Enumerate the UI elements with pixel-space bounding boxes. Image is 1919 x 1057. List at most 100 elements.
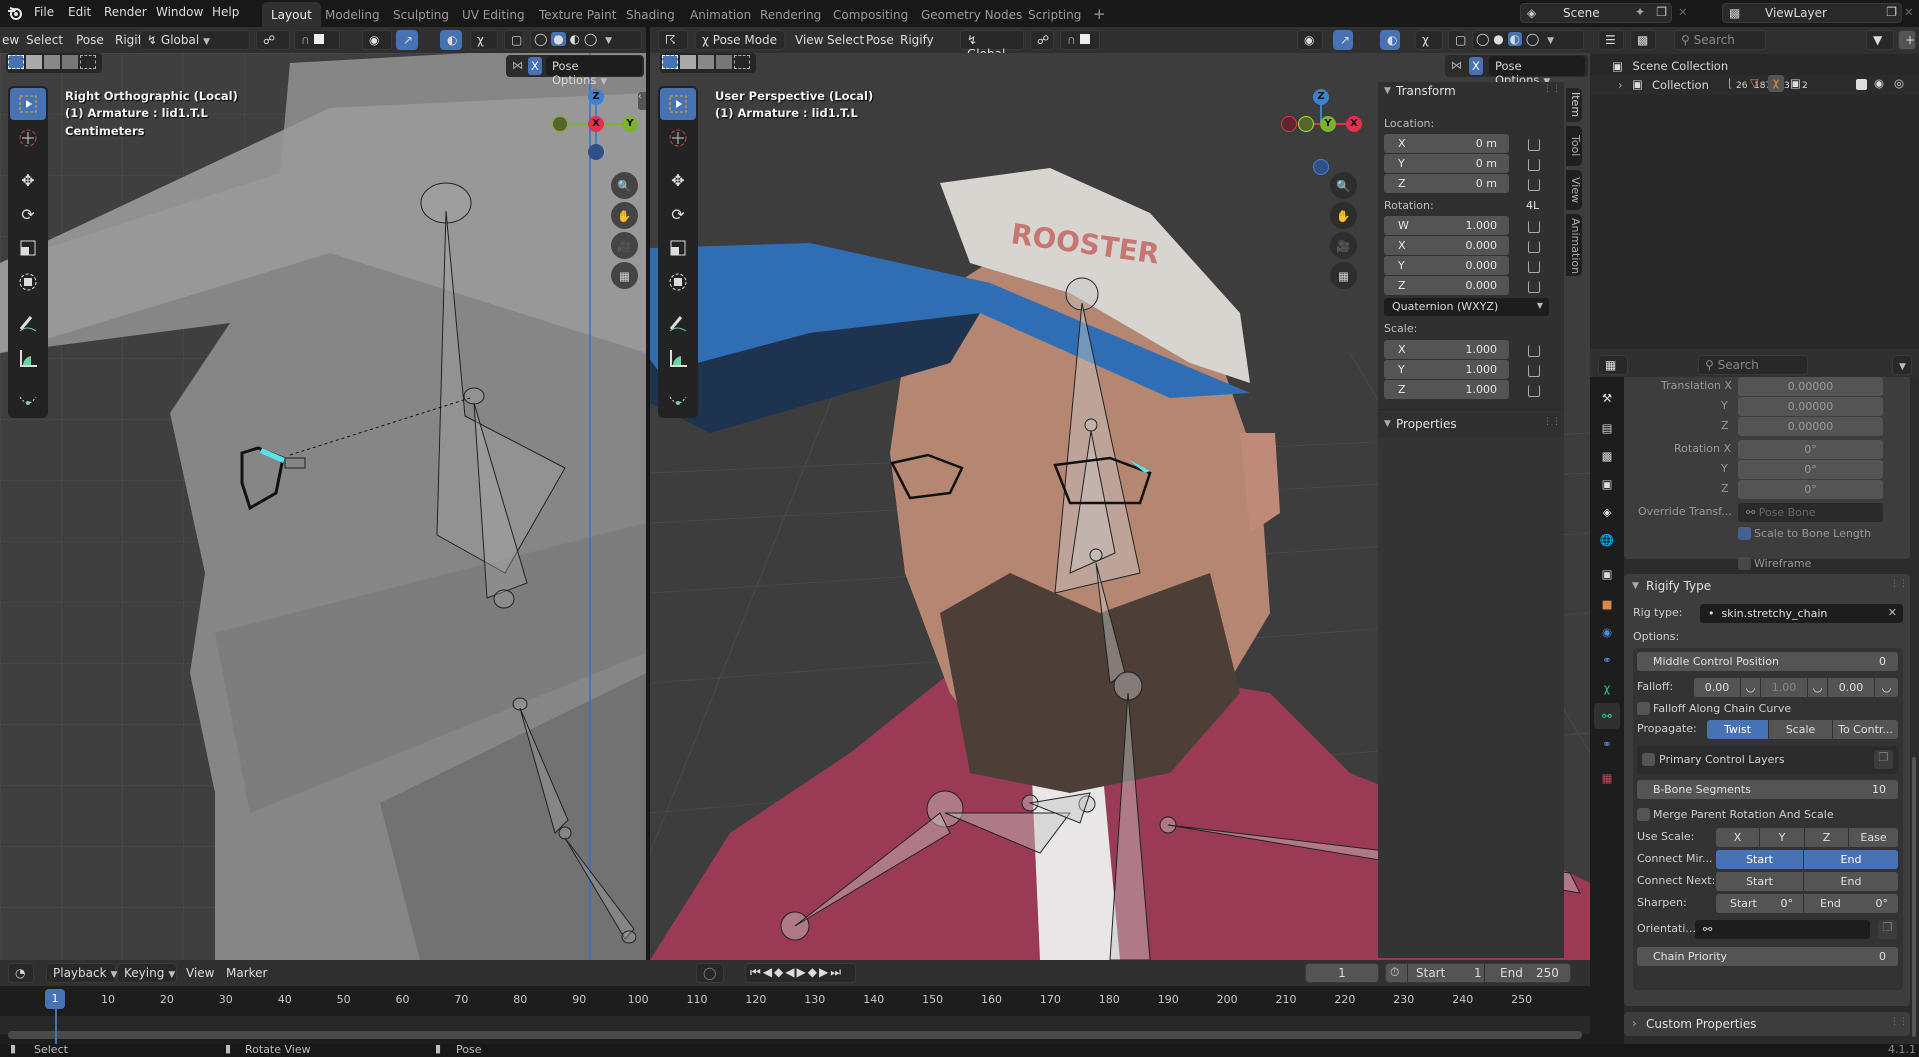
rotation-x-field[interactable]: X 0.000 <box>1384 236 1509 255</box>
menu-rigify[interactable]: Rigify <box>900 33 934 47</box>
menu-help[interactable]: Help <box>212 5 239 19</box>
auto-keying-toggle[interactable]: ◯ <box>696 963 724 983</box>
falloff-along-chain-checkbox[interactable] <box>1637 702 1650 715</box>
merge-parent-checkbox[interactable] <box>1637 808 1650 821</box>
connect-mirror-end-toggle[interactable]: End <box>1804 850 1898 869</box>
outliner-search-input[interactable]: ⚲ Search <box>1674 30 1766 50</box>
material-shading-icon[interactable]: ◐ <box>570 32 580 46</box>
select-box-tool[interactable] <box>660 88 696 120</box>
keying-menu[interactable]: Keying ▼ <box>117 963 177 983</box>
menu-pose[interactable]: Pose <box>76 33 104 47</box>
zoom-view-button[interactable]: 🔍 <box>611 172 638 199</box>
scale-tool[interactable] <box>10 232 46 264</box>
eye-icon[interactable]: ◉ <box>1874 76 1884 90</box>
relax-pose-tool[interactable] <box>10 384 46 416</box>
wireframe-checkbox[interactable] <box>1738 557 1751 570</box>
expand-chevron-icon[interactable]: › <box>1618 78 1623 92</box>
drag-handle-icon[interactable]: ⋮⋮ <box>1890 1017 1908 1027</box>
solid-shading-icon[interactable]: ● <box>1493 32 1503 46</box>
drag-handle-icon[interactable]: ⋮⋮ <box>1890 579 1908 589</box>
cursor-tool[interactable] <box>10 122 46 154</box>
primary-control-layers-checkbox[interactable] <box>1642 753 1655 766</box>
mirror-butterfly-icon[interactable]: ⋈ <box>1451 58 1463 72</box>
new-view-layer-icon[interactable]: ❐ <box>1886 5 1897 19</box>
tab-shading[interactable]: Shading <box>617 2 684 27</box>
frame-ruler[interactable]: 10 20 30 40 50 60 70 80 90 100 110 120 130 140 150 160 1… <box>0 986 1590 1016</box>
tab-collection[interactable]: ▣ <box>1594 561 1620 587</box>
pivot-dropdown[interactable]: ☍ <box>256 30 290 50</box>
menu-file[interactable]: File <box>34 5 54 19</box>
select-invert-icon[interactable] <box>716 55 732 69</box>
start-frame-field[interactable]: 1 <box>1474 966 1482 980</box>
chevron-down-icon[interactable]: ▼ <box>605 36 612 46</box>
properties-panel-title[interactable]: Properties <box>1396 417 1457 431</box>
gizmo-y[interactable]: Y <box>1320 116 1336 132</box>
zoom-view-button[interactable]: 🔍 <box>1330 172 1357 199</box>
menu-select[interactable]: Select <box>26 33 63 47</box>
tab-object[interactable]: ■ <box>1594 591 1620 617</box>
properties-search-input[interactable]: ⚲ Search <box>1698 355 1808 375</box>
blender-logo-icon[interactable] <box>7 5 23 21</box>
transform-panel-title[interactable]: Transform <box>1396 84 1456 98</box>
tab-output[interactable]: ▩ <box>1594 443 1620 469</box>
sidebar-tab-view[interactable]: View <box>1566 170 1582 210</box>
display-mode-dropdown[interactable]: ▩ <box>1630 30 1656 50</box>
tab-modeling[interactable]: Modeling <box>316 2 389 27</box>
annotate-tool[interactable] <box>10 308 46 340</box>
select-box-tool[interactable] <box>10 88 46 120</box>
shading-modes[interactable]: ◯ ● ◐ ◯ ▼ <box>530 30 642 50</box>
gizmo-z[interactable]: Z <box>1313 89 1329 105</box>
move-tool[interactable]: ✥ <box>660 164 696 196</box>
end-frame-field[interactable]: 250 <box>1536 966 1559 980</box>
tab-rendering[interactable]: Rendering <box>751 2 830 27</box>
pan-view-button[interactable]: ✋ <box>611 202 638 229</box>
transform-tool[interactable] <box>10 266 46 298</box>
mirror-butterfly-icon[interactable]: ⋈ <box>512 58 524 72</box>
playhead[interactable]: 1 <box>45 989 65 1009</box>
propagate-twist-toggle[interactable]: Twist <box>1707 720 1768 739</box>
rotate-tool[interactable]: ⟳ <box>660 198 696 230</box>
gizmo-toggle[interactable]: ↗ <box>1333 30 1353 50</box>
measure-tool[interactable] <box>10 342 46 374</box>
collapse-sidebar-icon[interactable]: ‹ <box>638 92 646 110</box>
menu-pose[interactable]: Pose <box>866 33 894 47</box>
solid-shading-icon[interactable]: ● <box>551 32 566 46</box>
menu-view[interactable]: View <box>186 966 214 980</box>
copy-icon[interactable]: ❐ <box>1874 750 1893 769</box>
tab-layout[interactable]: Layout <box>262 2 321 27</box>
jump-end-icon[interactable]: ⏭ <box>830 965 843 979</box>
tab-scene[interactable]: ◈ <box>1594 499 1620 525</box>
use-scale-y-toggle[interactable]: Y <box>1760 828 1804 847</box>
rigify-type-title[interactable]: Rigify Type <box>1646 579 1711 593</box>
tab-uv-editing[interactable]: UV Editing <box>453 2 534 27</box>
drag-handle-icon[interactable]: ⋮⋮ <box>1543 84 1561 94</box>
falloff-start-field[interactable]: 0.00 <box>1694 678 1740 697</box>
lock-icon[interactable] <box>1528 159 1540 171</box>
tab-view-layer[interactable]: ▣ <box>1594 471 1620 497</box>
mirror-x-toggle[interactable]: X <box>1469 57 1483 75</box>
gizmo-neg-z[interactable] <box>588 144 604 160</box>
rotation-w-field[interactable]: W 1.000 <box>1384 216 1509 235</box>
material-shading-icon[interactable]: ◐ <box>1507 32 1523 46</box>
connect-next-end-toggle[interactable]: End <box>1804 872 1898 891</box>
rotation-4l-toggle[interactable]: 4L <box>1526 199 1539 212</box>
drag-handle-icon[interactable]: ⋮⋮ <box>1543 417 1561 427</box>
rotation-z-field[interactable]: 0° <box>1738 480 1883 499</box>
chevron-down-icon[interactable]: ▼ <box>1547 36 1554 46</box>
new-scene-icon[interactable]: ❐ <box>1656 5 1667 19</box>
editor-type-dropdown[interactable]: ▦ <box>1598 355 1628 375</box>
use-scale-x-toggle[interactable]: X <box>1716 828 1759 847</box>
xray-toggle[interactable]: ▢ <box>504 30 524 50</box>
tab-physics[interactable]: ◉ <box>1594 619 1620 645</box>
tab-sculpting[interactable]: Sculpting <box>384 2 458 27</box>
view-layer-selector[interactable]: ▩ ViewLayer ❐ <box>1722 3 1902 23</box>
end-label[interactable]: End <box>1500 966 1523 980</box>
lock-icon[interactable] <box>1528 365 1540 377</box>
gizmo-x[interactable]: X <box>588 116 604 132</box>
annotate-tool[interactable] <box>660 308 696 340</box>
select-subtract-icon[interactable] <box>44 55 60 69</box>
scale-z-field[interactable]: Z 1.000 <box>1384 380 1509 399</box>
bone-overlay-dropdown[interactable]: χ <box>470 30 498 50</box>
orientation-dropdown[interactable]: ↯ Global <box>960 30 1024 61</box>
next-keyframe-icon[interactable]: ◆▶ <box>808 965 830 979</box>
